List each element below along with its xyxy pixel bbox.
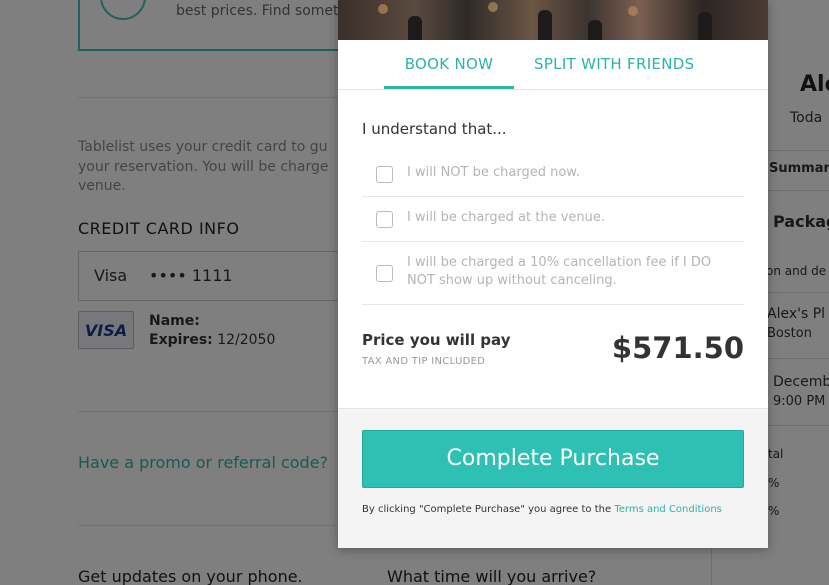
terms-prefix: By clicking "Complete Purchase" you agre… — [362, 504, 612, 515]
checklist-label: I will be charged a 10% cancellation fee… — [407, 255, 712, 288]
price-note: TAX AND TIP INCLUDED — [362, 356, 486, 367]
booking-tabs: BOOK NOW SPLIT WITH FRIENDS — [338, 40, 768, 90]
tab-split-with-friends[interactable]: SPLIT WITH FRIENDS — [534, 40, 694, 89]
modal-footer: Complete Purchase By clicking "Complete … — [338, 408, 768, 548]
checkbox[interactable] — [376, 166, 393, 183]
checkbox[interactable] — [376, 265, 393, 282]
venue-photo — [338, 0, 768, 40]
terms-notice: By clicking "Complete Purchase" you agre… — [362, 504, 722, 515]
booking-modal: BOOK NOW SPLIT WITH FRIENDS I understand… — [338, 0, 768, 548]
terms-link[interactable]: Terms and Conditions — [614, 504, 722, 515]
checklist-item[interactable]: I will be charged a 10% cancellation fee… — [362, 242, 744, 305]
checkbox[interactable] — [376, 211, 393, 228]
understand-heading: I understand that... — [362, 120, 507, 138]
tab-book-now[interactable]: BOOK NOW — [384, 40, 514, 89]
price-value: $571.50 — [611, 331, 744, 365]
checklist-label: I will be charged at the venue. — [407, 210, 606, 225]
divider — [362, 304, 744, 305]
checklist-label: I will NOT be charged now. — [407, 165, 580, 180]
price-label: Price you will pay — [362, 331, 511, 349]
checklist-item[interactable]: I will NOT be charged now. — [362, 152, 744, 197]
complete-purchase-button[interactable]: Complete Purchase — [362, 430, 744, 488]
checklist-item[interactable]: I will be charged at the venue. — [362, 197, 744, 242]
